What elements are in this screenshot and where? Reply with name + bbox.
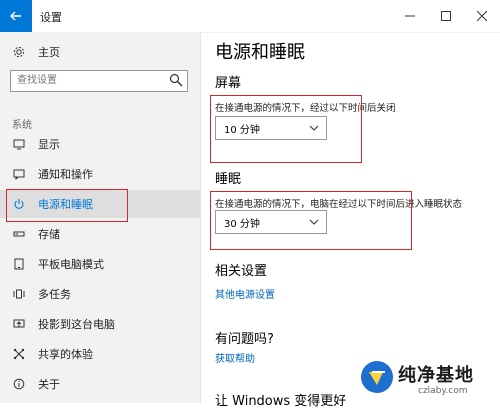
- info-icon: [10, 375, 28, 393]
- sidebar-item-label: 主页: [38, 46, 60, 59]
- watermark-logo-icon: [361, 361, 393, 393]
- close-icon: [477, 11, 487, 21]
- gear-icon: [10, 43, 28, 61]
- search-box[interactable]: [10, 70, 188, 92]
- close-button[interactable]: [464, 0, 500, 32]
- help-heading: 有问题吗?: [215, 332, 274, 347]
- highlight-box-screen: [210, 95, 362, 163]
- sidebar-item-label: 共享的体验: [38, 348, 93, 361]
- additional-power-settings-link[interactable]: 其他电源设置: [215, 286, 275, 301]
- monitor-icon: [10, 135, 28, 153]
- related-settings-heading: 相关设置: [215, 264, 268, 279]
- screen-heading: 屏幕: [215, 76, 242, 91]
- message-icon: [10, 165, 28, 183]
- get-help-link[interactable]: 获取帮助: [215, 350, 255, 365]
- sidebar-item-storage[interactable]: 存储: [0, 220, 200, 248]
- project-icon: [10, 315, 28, 333]
- sidebar-item-label: 平板电脑模式: [38, 258, 104, 271]
- section-label: 系统: [12, 120, 32, 131]
- sidebar-item-notifications[interactable]: 通知和操作: [0, 160, 200, 188]
- sidebar-item-home[interactable]: 主页: [0, 38, 200, 66]
- sidebar-item-label: 存储: [38, 228, 60, 241]
- minimize-icon: [405, 15, 415, 17]
- sidebar-item-about[interactable]: 关于: [0, 370, 200, 398]
- page-title: 电源和睡眠: [215, 42, 305, 63]
- highlight-box-sidebar: [6, 189, 128, 222]
- sidebar-item-project[interactable]: 投影到这台电脑: [0, 310, 200, 338]
- sidebar-item-shared-experiences[interactable]: 共享的体验: [0, 340, 200, 368]
- search-icon[interactable]: [169, 73, 183, 87]
- sidebar-item-label: 通知和操作: [38, 168, 93, 181]
- tablet-icon: [10, 255, 28, 273]
- multitask-icon: [10, 285, 28, 303]
- back-arrow-icon: [10, 11, 21, 21]
- watermark: 纯净基地 czlaby.com: [356, 356, 500, 403]
- sidebar-item-label: 显示: [38, 138, 60, 151]
- sidebar-item-label: 多任务: [38, 288, 71, 301]
- title-bar: 设置: [0, 0, 500, 33]
- watermark-url: czlaby.com: [418, 386, 468, 396]
- highlight-box-sleep: [210, 191, 412, 250]
- maximize-icon: [441, 11, 451, 21]
- window-title: 设置: [40, 11, 62, 24]
- sidebar-item-display[interactable]: 显示: [0, 130, 200, 158]
- watermark-title: 纯净基地: [398, 365, 474, 386]
- search-input[interactable]: [11, 71, 167, 89]
- maximize-button[interactable]: [428, 0, 464, 32]
- sidebar-item-multitasking[interactable]: 多任务: [0, 280, 200, 308]
- sidebar-item-tablet-mode[interactable]: 平板电脑模式: [0, 250, 200, 278]
- feedback-heading: 让 Windows 变得更好: [215, 394, 347, 409]
- back-button[interactable]: [0, 0, 32, 32]
- minimize-button[interactable]: [392, 0, 428, 32]
- share-icon: [10, 345, 28, 363]
- sidebar-item-label: 投影到这台电脑: [38, 318, 115, 331]
- sleep-heading: 睡眠: [215, 172, 242, 187]
- sidebar-item-label: 关于: [38, 378, 60, 391]
- storage-icon: [10, 225, 28, 243]
